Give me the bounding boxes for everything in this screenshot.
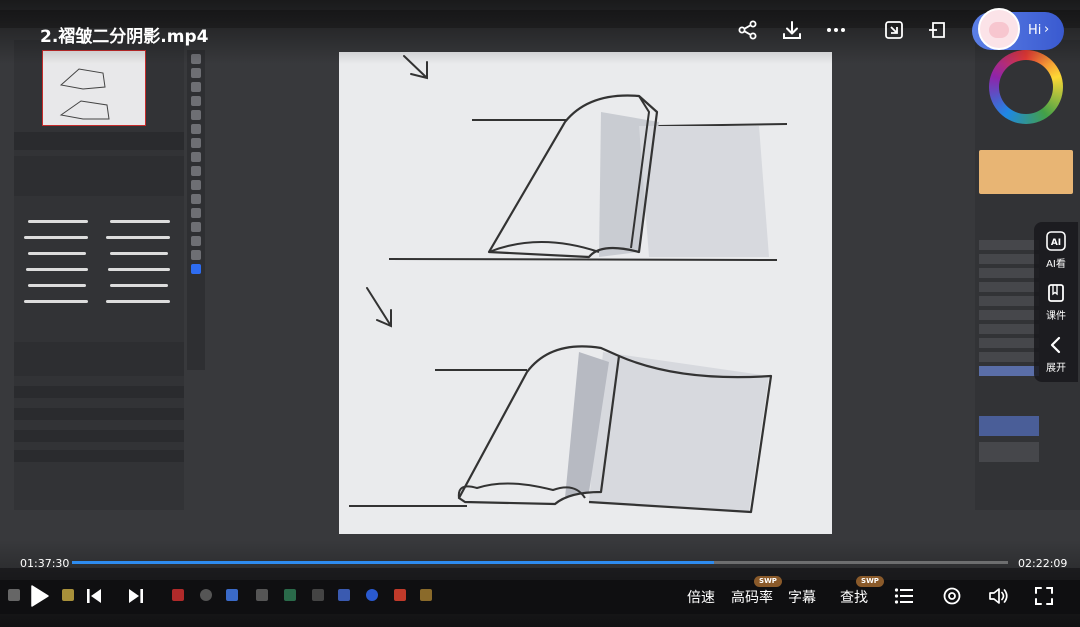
app-left-panel (14, 40, 184, 510)
ai-assistant-button[interactable]: Hi › (972, 8, 1064, 50)
tray-icon (394, 589, 406, 601)
svg-text:AI: AI (1051, 238, 1061, 248)
tray-icon (256, 589, 268, 601)
chevron-right-icon: › (1044, 22, 1050, 37)
current-time: 01:37:30 (20, 557, 70, 570)
previous-button[interactable] (84, 583, 104, 609)
tray-icon (62, 589, 74, 601)
expand-button[interactable]: 展开 (1034, 330, 1078, 376)
target-icon (943, 587, 961, 605)
control-bar (0, 580, 1080, 614)
total-time: 02:22:09 (1018, 557, 1068, 570)
playlist-button[interactable] (892, 583, 916, 609)
ai-look-label: AI看 (1046, 259, 1066, 270)
courseware-icon (1045, 282, 1067, 304)
search-button[interactable]: 查找 (840, 587, 868, 607)
assistant-avatar (978, 8, 1020, 50)
next-button[interactable] (126, 583, 146, 609)
side-action-panel: AI AI看 课件 展开 (1034, 222, 1078, 382)
subtitle-button[interactable]: 字幕 (788, 587, 816, 607)
ai-look-button[interactable]: AI AI看 (1034, 226, 1078, 272)
fullscreen-button[interactable] (1032, 583, 1056, 609)
playlist-icon (894, 588, 913, 604)
more-icon[interactable] (824, 18, 848, 42)
progress-fill (72, 561, 715, 564)
tray-icon (366, 589, 378, 601)
app-toolbar (187, 50, 205, 370)
volume-icon (989, 588, 1008, 604)
drawing-canvas (339, 52, 832, 534)
loop-button[interactable] (940, 583, 964, 609)
quality-button[interactable]: 高码率 (731, 587, 773, 607)
play-button[interactable] (26, 583, 52, 609)
recorded-painting-app (0, 0, 1080, 580)
ai-look-icon: AI (1045, 230, 1067, 252)
expand-label: 展开 (1046, 363, 1066, 374)
assistant-greeting: Hi (1028, 23, 1042, 38)
tray-icon (420, 589, 432, 601)
share-icon[interactable] (736, 18, 760, 42)
courseware-label: 课件 (1046, 311, 1066, 322)
tray-icon (338, 589, 350, 601)
skip-next-icon (129, 589, 143, 603)
tray-icon (8, 589, 20, 601)
play-icon (31, 585, 49, 607)
tray-icon (312, 589, 324, 601)
swp-badge: SWP (856, 576, 884, 587)
volume-button[interactable] (986, 583, 1012, 609)
download-icon[interactable] (780, 18, 804, 42)
fullscreen-icon (1035, 587, 1053, 605)
pip-icon[interactable] (926, 18, 950, 42)
tray-icon (226, 589, 238, 601)
courseware-button[interactable]: 课件 (1034, 278, 1078, 324)
swp-badge: SWP (754, 576, 782, 587)
tray-icon (200, 589, 212, 601)
video-title: 2.褶皱二分阴影.mp4 (40, 27, 209, 47)
color-swatch (979, 150, 1073, 194)
skip-previous-icon (87, 589, 101, 603)
tray-icon (172, 589, 184, 601)
speed-button[interactable]: 倍速 (687, 587, 715, 607)
tray-icon (284, 589, 296, 601)
chevron-left-icon (1045, 334, 1067, 356)
screenshot-icon[interactable] (882, 18, 906, 42)
progress-bar[interactable] (72, 561, 1008, 564)
